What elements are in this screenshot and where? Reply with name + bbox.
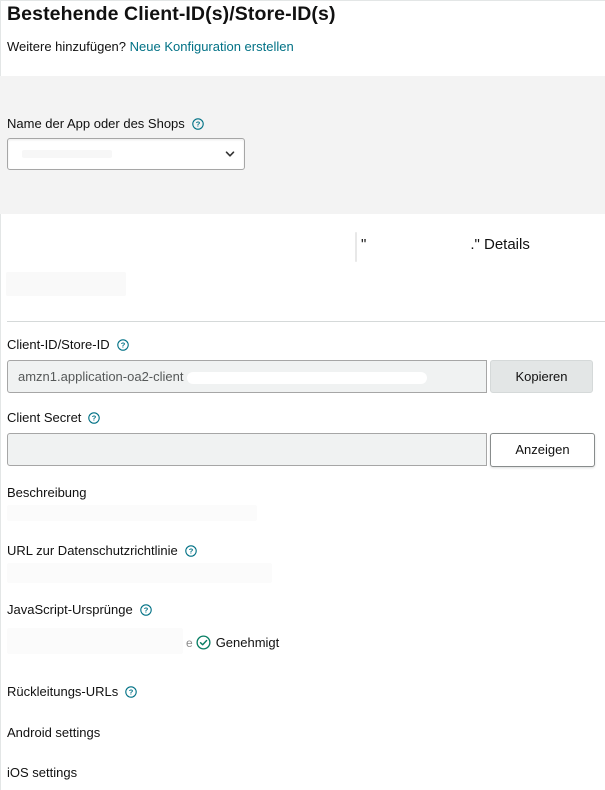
client-id-value: amzn1.application-oa2-client	[18, 369, 184, 384]
details-heading-suffix: ." Details	[470, 236, 530, 253]
client-id-label-row: Client-ID/Store-ID ?	[7, 337, 129, 352]
redacted-block	[6, 272, 126, 296]
android-settings-label: Android settings	[7, 725, 101, 740]
origin-status: e Genehmigt	[186, 635, 279, 650]
description-label: Beschreibung	[7, 485, 87, 500]
redacted-privacy-url	[7, 563, 272, 583]
top-border	[0, 0, 605, 1]
origin-url-tail: e	[186, 635, 193, 650]
app-select-label: Name der App oder des Shops	[7, 116, 185, 131]
add-configuration-row: Weitere hinzufügen? Neue Konfiguration e…	[7, 39, 294, 54]
redacted-details-name	[366, 239, 470, 249]
help-icon[interactable]: ?	[88, 411, 101, 424]
redacted-description	[7, 505, 257, 521]
svg-text:?: ?	[195, 119, 200, 128]
client-secret-label: Client Secret	[7, 410, 82, 425]
chevron-down-icon	[225, 151, 235, 157]
help-icon[interactable]: ?	[139, 603, 152, 616]
client-secret-label-row: Client Secret ?	[7, 410, 101, 425]
section-divider	[7, 321, 605, 322]
return-urls-label: Rückleitungs-URLs	[7, 684, 119, 699]
help-icon[interactable]: ?	[185, 544, 197, 557]
help-icon[interactable]: ?	[125, 685, 138, 698]
app-selector-panel: Name der App oder des Shops ?	[0, 76, 605, 214]
redacted-client-id	[187, 371, 428, 384]
svg-text:?: ?	[120, 340, 125, 349]
app-select-label-row: Name der App oder des Shops ?	[7, 116, 204, 131]
redacted-origin-url	[7, 628, 183, 654]
redaction-edge	[355, 232, 357, 262]
add-prompt-text: Weitere hinzufügen?	[7, 39, 127, 54]
android-settings-row: Android settings	[7, 725, 100, 740]
svg-text:?: ?	[143, 605, 148, 614]
client-secret-field[interactable]	[7, 433, 487, 466]
create-configuration-link[interactable]: Neue Konfiguration erstellen	[130, 39, 294, 54]
app-select-dropdown[interactable]	[7, 138, 245, 170]
ios-settings-label: iOS settings	[7, 765, 78, 780]
svg-text:?: ?	[92, 413, 97, 422]
help-icon[interactable]: ?	[116, 338, 129, 351]
redacted-app-name	[22, 150, 112, 158]
svg-text:?: ?	[188, 546, 193, 555]
description-label-row: Beschreibung	[7, 485, 87, 500]
js-origins-label: JavaScript-Ursprünge	[7, 602, 133, 617]
help-icon[interactable]: ?	[192, 117, 204, 130]
approved-status-text: Genehmigt	[215, 635, 280, 650]
js-origins-label-row: JavaScript-Ursprünge ?	[7, 602, 152, 617]
privacy-url-label: URL zur Datenschutzrichtlinie	[7, 543, 178, 558]
svg-text:?: ?	[129, 687, 134, 696]
check-circle-icon	[196, 635, 211, 650]
page-title: Bestehende Client-ID(s)/Store-ID(s)	[7, 3, 336, 25]
show-secret-button[interactable]: Anzeigen	[490, 433, 595, 467]
details-heading: " ." Details	[361, 236, 530, 253]
copy-button[interactable]: Kopieren	[490, 360, 593, 393]
privacy-url-label-row: URL zur Datenschutzrichtlinie ?	[7, 543, 197, 558]
ios-settings-row: iOS settings	[7, 765, 77, 780]
return-urls-label-row: Rückleitungs-URLs ?	[7, 684, 138, 699]
client-id-field[interactable]: amzn1.application-oa2-client	[7, 360, 487, 393]
client-id-label: Client-ID/Store-ID	[7, 337, 110, 352]
